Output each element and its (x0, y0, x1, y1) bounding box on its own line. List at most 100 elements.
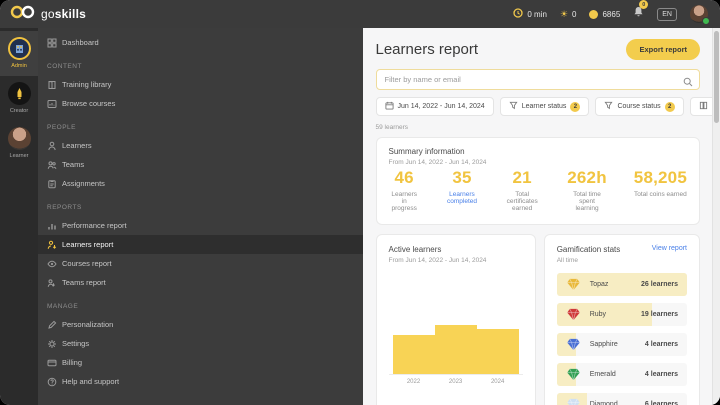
gamification-header: Gamification stats All time View report (557, 245, 687, 264)
stat-learners-in-progress: 46 Learners in progress (389, 168, 420, 212)
sidebar-item-learners[interactable]: Learners (38, 136, 363, 155)
sidebar-item-training-library[interactable]: Training library (38, 75, 363, 94)
daily-streak-stat[interactable]: ☀ 0 (559, 8, 577, 19)
gem-name: Emerald (589, 371, 616, 378)
rail-label-learner: Learner (9, 153, 29, 159)
performance-report-icon (47, 221, 57, 231)
stat-label: Learners in progress (391, 191, 418, 212)
sidebar-item-label: Courses report (62, 259, 112, 268)
sidebar-item-label: Teams (62, 160, 85, 169)
gem-name: Sapphire (589, 341, 618, 348)
results-count: 59 learners (375, 124, 409, 131)
notifications-button[interactable]: 0 (633, 0, 649, 23)
sun-icon: ☀ (559, 8, 569, 19)
gem-count: 6 learners (644, 401, 678, 405)
app-shell: Admin Creator Learner Dashboard CONTENT (0, 28, 720, 405)
learner-status-filter[interactable]: Learner status 2 (499, 97, 590, 116)
course-status-filter[interactable]: Course status 2 (595, 97, 684, 116)
logo-go: go (41, 7, 55, 21)
topbar-right: 0 min ☀ 0 6865 0 EN (513, 0, 710, 25)
courses-report-icon (47, 259, 57, 269)
learners-icon (47, 141, 57, 151)
vertical-scrollbar (712, 28, 720, 405)
rail-item-creator[interactable]: Creator (0, 76, 38, 121)
sidebar-item-teams-report[interactable]: Teams report (38, 273, 363, 292)
stat-time-spent: 262h Total time spent learning (567, 168, 607, 212)
stat-value: 58,205 (633, 168, 687, 187)
export-report-button[interactable]: Export report (626, 39, 700, 60)
x-tick: 2024 (490, 379, 505, 385)
date-range-value: Jun 14, 2022 - Jun 14, 2024 (397, 103, 485, 110)
sapphire-gem-icon (566, 338, 581, 351)
dashboard-icon (47, 38, 57, 48)
learner-role-avatar (7, 127, 31, 150)
diamond-gem-icon (566, 398, 581, 405)
sidebar-item-label: Learners (62, 141, 92, 150)
nav-section-manage: MANAGE (47, 303, 79, 310)
rail-label-admin: Admin (11, 63, 27, 69)
stat-label: Total coins earned (634, 191, 687, 198)
sidebar-item-label: Training library (62, 80, 112, 89)
date-range-filter[interactable]: Jun 14, 2022 - Jun 14, 2024 (375, 97, 494, 116)
sidebar-item-label: Personalization (62, 320, 114, 329)
x-tick: 2023 (448, 379, 463, 385)
search-icon (683, 74, 693, 92)
personalization-icon (47, 320, 57, 330)
scrollbar-thumb[interactable] (714, 31, 719, 123)
gamification-subtitle: All time (556, 257, 579, 264)
sidebar-item-personalization[interactable]: Personalization (38, 315, 363, 334)
coins-stat[interactable]: 6865 (589, 9, 620, 19)
topbar: goskills 0 min ☀ 0 6865 0 EN (0, 0, 720, 28)
gem-count: 26 learners (641, 281, 678, 288)
filter-label: Course status (617, 103, 661, 110)
nav-section-reports: REPORTS (47, 204, 82, 211)
active-learners-card: Active learners From Jun 14, 2022 - Jun … (375, 234, 536, 405)
gem-row-topaz: Topaz 26 learners (556, 273, 687, 296)
learning-time-stat[interactable]: 0 min (513, 8, 547, 20)
daily-streak-value: 0 (572, 9, 577, 19)
sidebar-item-performance-report[interactable]: Performance report (38, 216, 363, 235)
gem-count: 19 learners (641, 311, 678, 318)
gamification-rows: Topaz 26 learners Ruby 19 learners Sapph… (556, 273, 687, 405)
sidebar-item-learners-report[interactable]: Learners report (38, 235, 363, 254)
sidebar-item-label: Settings (62, 339, 90, 348)
search-input[interactable] (375, 69, 700, 90)
sidebar-item-settings[interactable]: Settings (38, 334, 363, 353)
filter-row: Jun 14, 2022 - Jun 14, 2024 Learner stat… (375, 97, 720, 116)
sidebar-item-label: Dashboard (62, 38, 99, 47)
stat-value: 21 (512, 168, 532, 187)
goskills-logo[interactable]: goskills (10, 5, 86, 24)
bottom-cards: Active learners From Jun 14, 2022 - Jun … (375, 234, 700, 405)
sidebar-item-billing[interactable]: Billing (38, 353, 363, 372)
gear-icon (47, 339, 57, 349)
sidebar-nav: Dashboard CONTENT Training library Brows… (38, 28, 363, 405)
gem-count: 4 learners (644, 341, 678, 348)
gem-row-diamond: Diamond 6 learners (556, 393, 687, 405)
billing-card-icon (47, 358, 57, 368)
sidebar-item-browse-courses[interactable]: Browse courses (38, 94, 363, 113)
sidebar-item-assignments[interactable]: Assignments (38, 174, 363, 193)
stat-label-link[interactable]: Learners completed (447, 191, 477, 205)
language-selector[interactable]: EN (657, 7, 677, 21)
topaz-gem-icon (566, 278, 581, 291)
stat-value: 46 (394, 168, 414, 187)
gem-name: Ruby (589, 311, 607, 318)
sidebar-item-courses-report[interactable]: Courses report (38, 254, 363, 273)
gamification-card: Gamification stats All time View report … (543, 234, 700, 405)
gamification-title: Gamification stats (556, 245, 621, 254)
summary-title: Summary information (388, 147, 465, 156)
filter-badge: 2 (664, 101, 675, 112)
sidebar-item-teams[interactable]: Teams (38, 155, 363, 174)
chart-subtitle: From Jun 14, 2022 - Jun 14, 2024 (388, 257, 487, 264)
rail-item-admin[interactable]: Admin (0, 31, 38, 76)
rail-item-learner[interactable]: Learner (0, 121, 38, 166)
sidebar-item-dashboard[interactable]: Dashboard (38, 33, 363, 52)
stat-certificates-earned: 21 Total certificates earned (504, 168, 540, 212)
notifications-badge: 0 (639, 0, 649, 9)
sidebar-item-help-support[interactable]: Help and support (38, 372, 363, 391)
teams-report-icon (47, 278, 57, 288)
sidebar-item-label: Performance report (62, 221, 127, 230)
user-avatar[interactable] (690, 5, 710, 25)
view-report-link[interactable]: View report (652, 245, 687, 252)
calendar-icon (384, 101, 394, 112)
